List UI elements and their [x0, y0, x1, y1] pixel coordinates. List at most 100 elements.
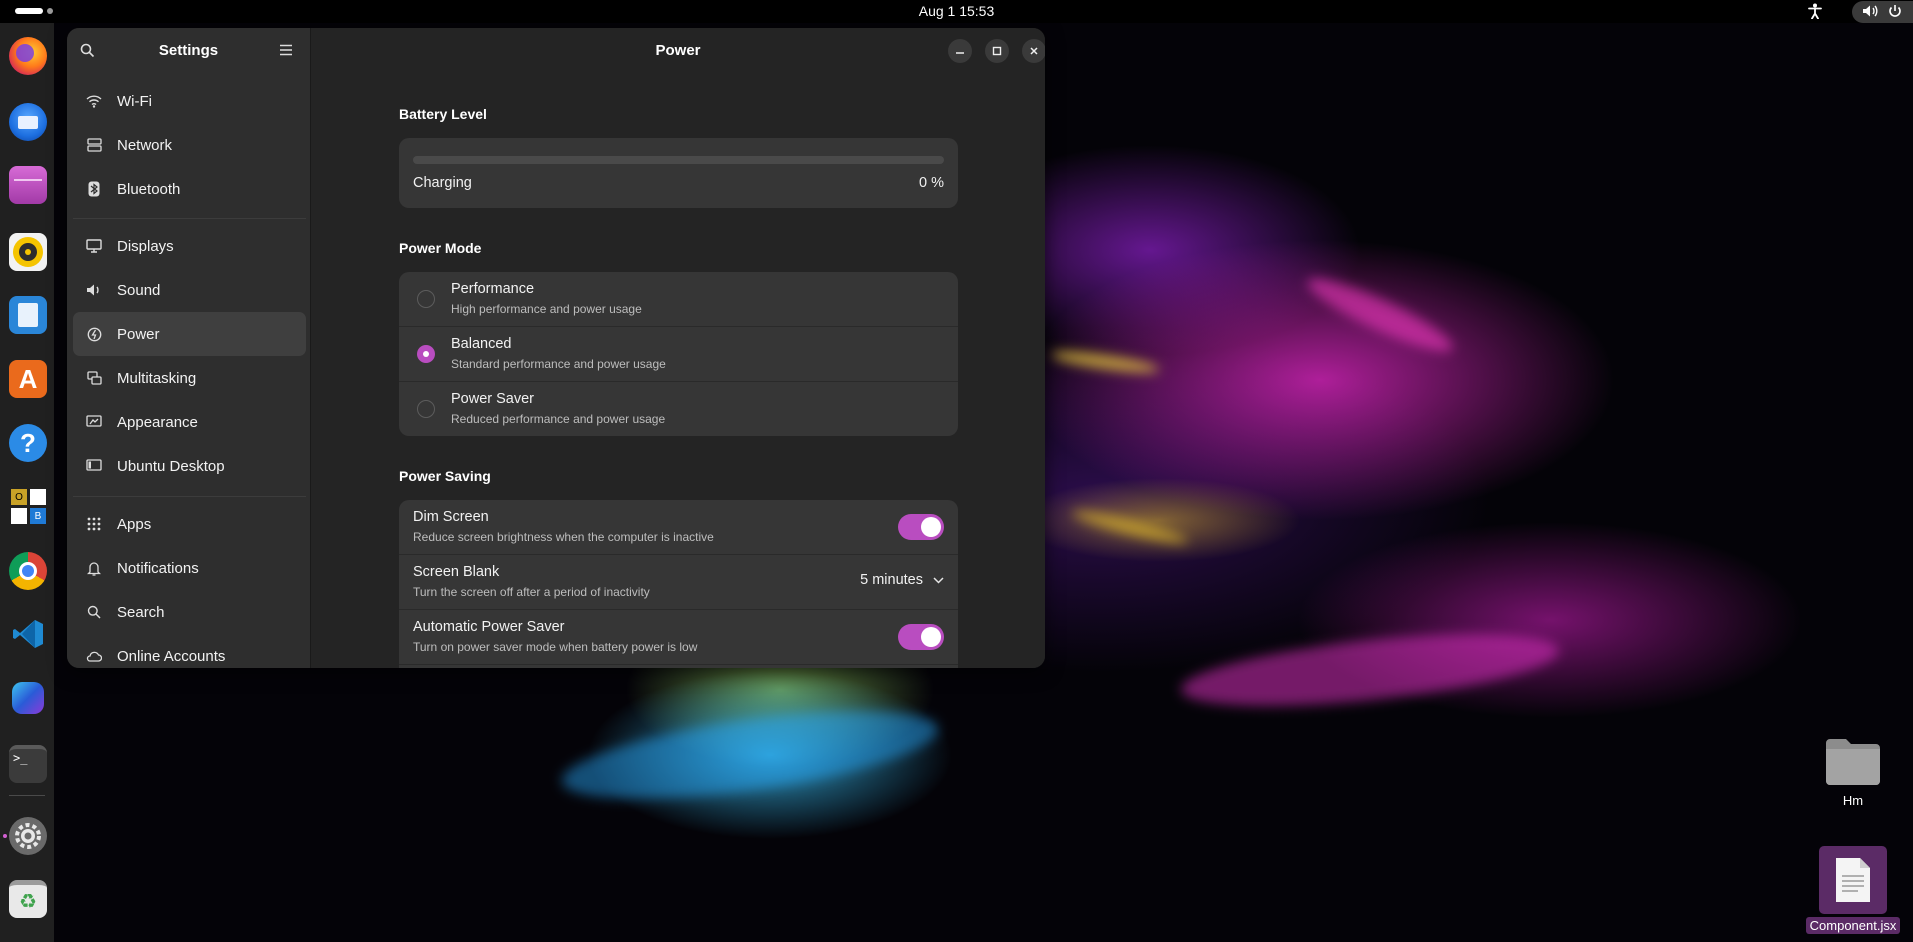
power-mode-performance[interactable]: Performance High performance and power u… — [399, 272, 958, 327]
main-menu-button[interactable] — [275, 39, 297, 61]
battery-level-bar — [413, 156, 944, 164]
option-title: Power Saver — [451, 391, 535, 407]
wifi-icon — [85, 92, 103, 110]
cloud-icon — [85, 647, 103, 665]
sidebar-item-search[interactable]: Search — [73, 590, 306, 634]
sidebar-title-container: Settings — [67, 42, 310, 59]
maximize-button[interactable] — [985, 39, 1009, 63]
sidebar-item-ubuntu-desktop[interactable]: Ubuntu Desktop — [73, 444, 306, 488]
power-mode-power-saver[interactable]: Power Saver Reduced performance and powe… — [399, 382, 958, 436]
document-icon — [1836, 858, 1870, 902]
close-button[interactable] — [1022, 39, 1045, 63]
sidebar-item-label: Ubuntu Desktop — [117, 457, 225, 475]
ubuntu-desktop-icon — [85, 457, 103, 475]
screen-blank-dropdown[interactable]: 5 minutes — [860, 572, 944, 588]
sidebar-item-multitasking[interactable]: Multitasking — [73, 356, 306, 400]
clock-container: Aug 1 15:53 — [0, 3, 1913, 19]
sidebar-item-online-accounts[interactable]: Online Accounts — [73, 634, 306, 668]
multitasking-icon — [85, 369, 103, 387]
toggle-knob — [921, 517, 941, 537]
search-icon — [85, 603, 103, 621]
option-title: Balanced — [451, 336, 512, 352]
dim-screen-subtitle: Reduce screen brightness when the comput… — [413, 530, 714, 544]
thunderbird-icon[interactable] — [9, 103, 47, 141]
bluetooth-icon — [85, 180, 103, 198]
battery-card: Charging 0 % — [399, 138, 958, 208]
power-panel: Power Battery Level Charging 0 % Power M… — [311, 28, 1045, 668]
radio-button-checked[interactable] — [417, 345, 435, 363]
panel-title: Power — [655, 42, 701, 59]
screen-blank-row[interactable]: Screen Blank Turn the screen off after a… — [399, 555, 958, 610]
search-button[interactable] — [76, 39, 98, 61]
sidebar-item-displays[interactable]: Displays — [73, 224, 306, 268]
power-mode-heading: Power Mode — [399, 240, 482, 256]
firefox-icon[interactable] — [9, 37, 47, 75]
libreoffice-apps-icon[interactable]: O B — [9, 487, 47, 525]
sidebar-item-power[interactable]: Power — [73, 312, 306, 356]
radio-button[interactable] — [417, 400, 435, 418]
file-selection — [1819, 846, 1887, 914]
sidebar-item-label: Notifications — [117, 559, 199, 577]
sidebar-item-appearance[interactable]: Appearance — [73, 400, 306, 444]
workspace-indicator-active — [15, 8, 43, 14]
folder-icon — [1826, 739, 1880, 785]
sidebar-item-apps[interactable]: Apps — [73, 502, 306, 546]
vscode-icon[interactable] — [9, 615, 47, 653]
desktop-file-label: Component.jsx — [1805, 917, 1901, 934]
sidebar-item-network[interactable]: Network — [73, 123, 306, 167]
system-status-menu[interactable] — [1852, 1, 1913, 23]
auto-power-saver-toggle[interactable] — [898, 624, 944, 650]
panel-title-container: Power — [311, 42, 1045, 59]
accessibility-icon[interactable] — [1805, 1, 1825, 21]
desktop-file[interactable]: Component.jsx — [1797, 846, 1909, 934]
power-mode-card: Performance High performance and power u… — [399, 272, 958, 436]
radio-button[interactable] — [417, 290, 435, 308]
option-subtitle: High performance and power usage — [451, 302, 642, 316]
auto-power-saver-subtitle: Turn on power saver mode when battery po… — [413, 640, 698, 654]
screen-blank-subtitle: Turn the screen off after a period of in… — [413, 585, 650, 599]
app-center-icon[interactable]: A — [9, 360, 47, 398]
display-icon — [85, 237, 103, 255]
option-subtitle: Reduced performance and power usage — [451, 412, 666, 426]
row-divider — [399, 664, 958, 665]
sidebar-item-sound[interactable]: Sound — [73, 268, 306, 312]
power-saving-heading: Power Saving — [399, 468, 491, 484]
clock[interactable]: Aug 1 15:53 — [919, 3, 995, 19]
sidebar-title: Settings — [158, 42, 219, 59]
screen-blank-value: 5 minutes — [860, 572, 923, 588]
trash-icon[interactable]: ♻ — [9, 880, 47, 918]
terminal-icon[interactable]: >_ — [9, 745, 47, 783]
files-icon[interactable] — [9, 166, 47, 204]
maximize-icon — [992, 46, 1002, 56]
desktop-folder-label: Hm — [1842, 793, 1864, 808]
apps-icon — [85, 515, 103, 533]
power-mode-balanced[interactable]: Balanced Standard performance and power … — [399, 327, 958, 382]
sidebar-item-bluetooth[interactable]: Bluetooth — [73, 167, 306, 211]
chrome-icon[interactable] — [9, 552, 47, 590]
rhythmbox-icon[interactable] — [9, 233, 47, 271]
minimize-button[interactable] — [948, 39, 972, 63]
toggle-knob — [921, 627, 941, 647]
libreoffice-writer-icon[interactable] — [9, 296, 47, 334]
sidebar-item-notifications[interactable]: Notifications — [73, 546, 306, 590]
power-icon — [1888, 4, 1902, 21]
activities-button[interactable] — [15, 8, 53, 14]
settings-icon[interactable] — [9, 817, 47, 855]
copilot-icon[interactable] — [9, 679, 47, 717]
dim-screen-row: Dim Screen Reduce screen brightness when… — [399, 500, 958, 555]
sidebar-item-label: Displays — [117, 237, 174, 255]
sidebar-item-label: Apps — [117, 515, 152, 533]
screen-blank-title: Screen Blank — [413, 564, 500, 580]
dock: A ? O B >_ ♻ — [0, 23, 54, 942]
minimize-icon — [956, 52, 964, 54]
desktop-folder[interactable]: Hm — [1810, 735, 1896, 808]
power-icon — [85, 325, 103, 343]
option-subtitle: Standard performance and power usage — [451, 357, 666, 371]
sidebar-item-label: Sound — [117, 281, 161, 299]
sidebar-item-label: Multitasking — [117, 369, 197, 387]
help-icon[interactable]: ? — [9, 424, 47, 462]
dim-screen-toggle[interactable] — [898, 514, 944, 540]
sidebar-header: Settings — [67, 28, 310, 72]
sidebar-item-wifi[interactable]: Wi-Fi — [73, 79, 306, 123]
appearance-icon — [85, 413, 103, 431]
